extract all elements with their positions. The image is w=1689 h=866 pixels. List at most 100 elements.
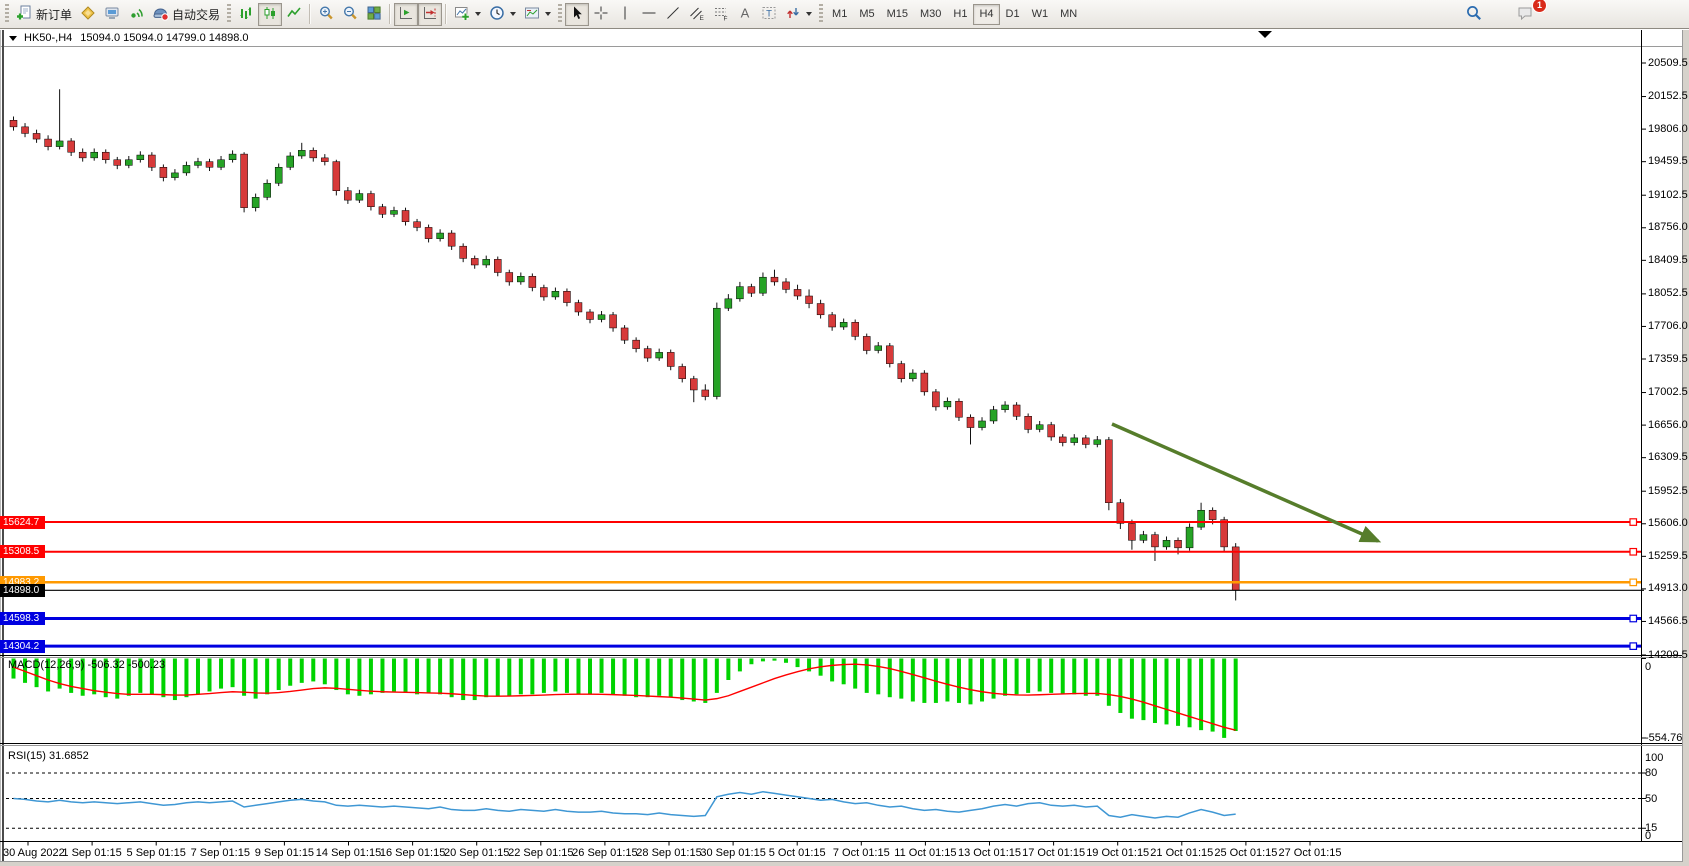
macd-histogram-bar <box>219 659 223 689</box>
templates-button[interactable] <box>520 3 555 26</box>
indicators-button[interactable] <box>450 3 485 26</box>
timeframe-w1-button[interactable]: W1 <box>1026 4 1055 25</box>
macd-histogram-bar <box>242 659 246 696</box>
trendline-tool-button[interactable] <box>661 3 685 26</box>
time-axis-label: 9 Sep 01:15 <box>255 847 314 859</box>
toolbar-grip[interactable] <box>5 4 9 24</box>
fibonacci-tool-button[interactable]: F <box>709 3 733 26</box>
search-button[interactable] <box>1461 3 1487 26</box>
time-axis-label: 30 Sep 01:15 <box>700 847 765 859</box>
line-handle <box>1630 549 1637 556</box>
macd-histogram-bar <box>1234 659 1238 732</box>
candle-body <box>806 296 813 304</box>
candle-body <box>759 277 766 293</box>
macd-histogram-bar <box>968 659 972 705</box>
bar-chart-icon <box>238 5 254 24</box>
macd-histogram-bar <box>796 659 800 668</box>
signal-button[interactable] <box>124 3 148 26</box>
timeframe-h1-button[interactable]: H1 <box>947 4 973 25</box>
macd-histogram-bar <box>380 659 384 693</box>
cursor-icon <box>569 5 585 24</box>
candlestick-button[interactable] <box>258 3 282 26</box>
macd-histogram-bar <box>726 659 730 680</box>
candle-body <box>321 158 328 162</box>
macd-histogram-bar <box>749 659 753 665</box>
timeframe-m15-button[interactable]: M15 <box>881 4 914 25</box>
toolbar-grip[interactable] <box>558 4 562 24</box>
time-axis-label: 19 Oct 01:15 <box>1086 847 1149 859</box>
equidistant-channel-tool-button[interactable]: E <box>685 3 709 26</box>
publisher-button[interactable] <box>100 3 124 26</box>
line-handle <box>1630 615 1637 622</box>
candle-body <box>690 379 697 390</box>
candle-body <box>1036 425 1043 430</box>
chart-title-bar[interactable]: HK50-,H4 15094.0 15094.0 14799.0 14898.0 <box>0 30 1689 47</box>
text-label-tool-button[interactable]: T <box>757 3 781 26</box>
chart-shift-button[interactable] <box>418 3 442 26</box>
autotrade-button[interactable]: 自动交易 <box>148 3 224 26</box>
macd-histogram-bar <box>738 659 742 672</box>
svg-text:T: T <box>766 8 772 19</box>
zoom-out-button[interactable] <box>338 3 362 26</box>
time-axis-label: 17 Oct 01:15 <box>1022 847 1085 859</box>
macd-histogram-bar <box>646 659 650 698</box>
periods-button[interactable] <box>485 3 520 26</box>
candle-body <box>1117 503 1124 524</box>
price-axis-label: 19102.5 <box>1648 189 1688 201</box>
toolbar-grip[interactable] <box>819 4 823 24</box>
candle-body <box>45 139 52 147</box>
candle-body <box>771 277 778 282</box>
price-axis-label: 14913.0 <box>1648 582 1688 594</box>
timeframe-h4-button[interactable]: H4 <box>973 4 999 25</box>
chart-canvas[interactable] <box>0 0 1689 866</box>
chart-profile-button[interactable] <box>76 3 100 26</box>
price-axis-label: 17706.0 <box>1648 320 1688 332</box>
timeframe-d1-button[interactable]: D1 <box>1000 4 1026 25</box>
macd-histogram-bar <box>369 659 373 695</box>
horizontal-line-tool-button[interactable] <box>637 3 661 26</box>
time-axis-label: 20 Sep 01:15 <box>444 847 509 859</box>
candle-body <box>702 390 709 397</box>
vertical-line-tool-button[interactable] <box>613 3 637 26</box>
cr osshair-tool-button[interactable] <box>589 3 613 26</box>
toolbar-separator <box>389 4 391 24</box>
timeframe-m5-button[interactable]: M5 <box>853 4 880 25</box>
rsi-indicator-label: RSI(15) 31.6852 <box>8 750 89 762</box>
toolbar-grip[interactable] <box>227 4 231 24</box>
macd-histogram-bar <box>404 659 408 693</box>
publisher-icon <box>104 5 120 24</box>
bar-chart-button[interactable] <box>234 3 258 26</box>
macd-histogram-bar <box>542 659 546 693</box>
text-tool-button[interactable]: A <box>733 3 757 26</box>
candle-body <box>33 133 40 139</box>
line-handle <box>1630 579 1637 586</box>
macd-axis-label: -554.76 <box>1645 732 1682 744</box>
new-order-button[interactable]: 新订单 <box>12 3 76 26</box>
macd-indicator-label: MACD(12,26,9) -506.32 -500.23 <box>8 659 165 671</box>
window-left-edge <box>0 30 1 862</box>
macd-histogram-bar <box>1153 659 1157 723</box>
macd-histogram-bar <box>588 659 592 695</box>
line-handle <box>1630 519 1637 526</box>
zoom-in-button[interactable] <box>314 3 338 26</box>
candle-body <box>367 194 374 207</box>
candle-body <box>206 162 213 168</box>
candle-body <box>91 152 98 158</box>
candle-body <box>725 299 732 308</box>
rsi-axis-label: 0 <box>1645 830 1651 842</box>
macd-histogram-bar <box>669 659 673 698</box>
line-chart-button[interactable] <box>282 3 306 26</box>
auto-scroll-button[interactable] <box>394 3 418 26</box>
timeframe-m1-button[interactable]: M1 <box>826 4 853 25</box>
window-left-border <box>2 30 4 862</box>
cursor-tool-button[interactable] <box>565 3 589 26</box>
toolbar: 新订单 自动交 <box>0 0 1689 29</box>
timeframe-m30-button[interactable]: M30 <box>914 4 947 25</box>
price-axis-label: 19806.0 <box>1648 123 1688 135</box>
candle-body <box>529 276 536 287</box>
chart-dropdown-icon[interactable] <box>9 36 17 41</box>
arrows-tool-button[interactable] <box>781 3 816 26</box>
macd-histogram-bar <box>657 659 661 696</box>
tile-windows-button[interactable] <box>362 3 386 26</box>
timeframe-mn-button[interactable]: MN <box>1054 4 1083 25</box>
